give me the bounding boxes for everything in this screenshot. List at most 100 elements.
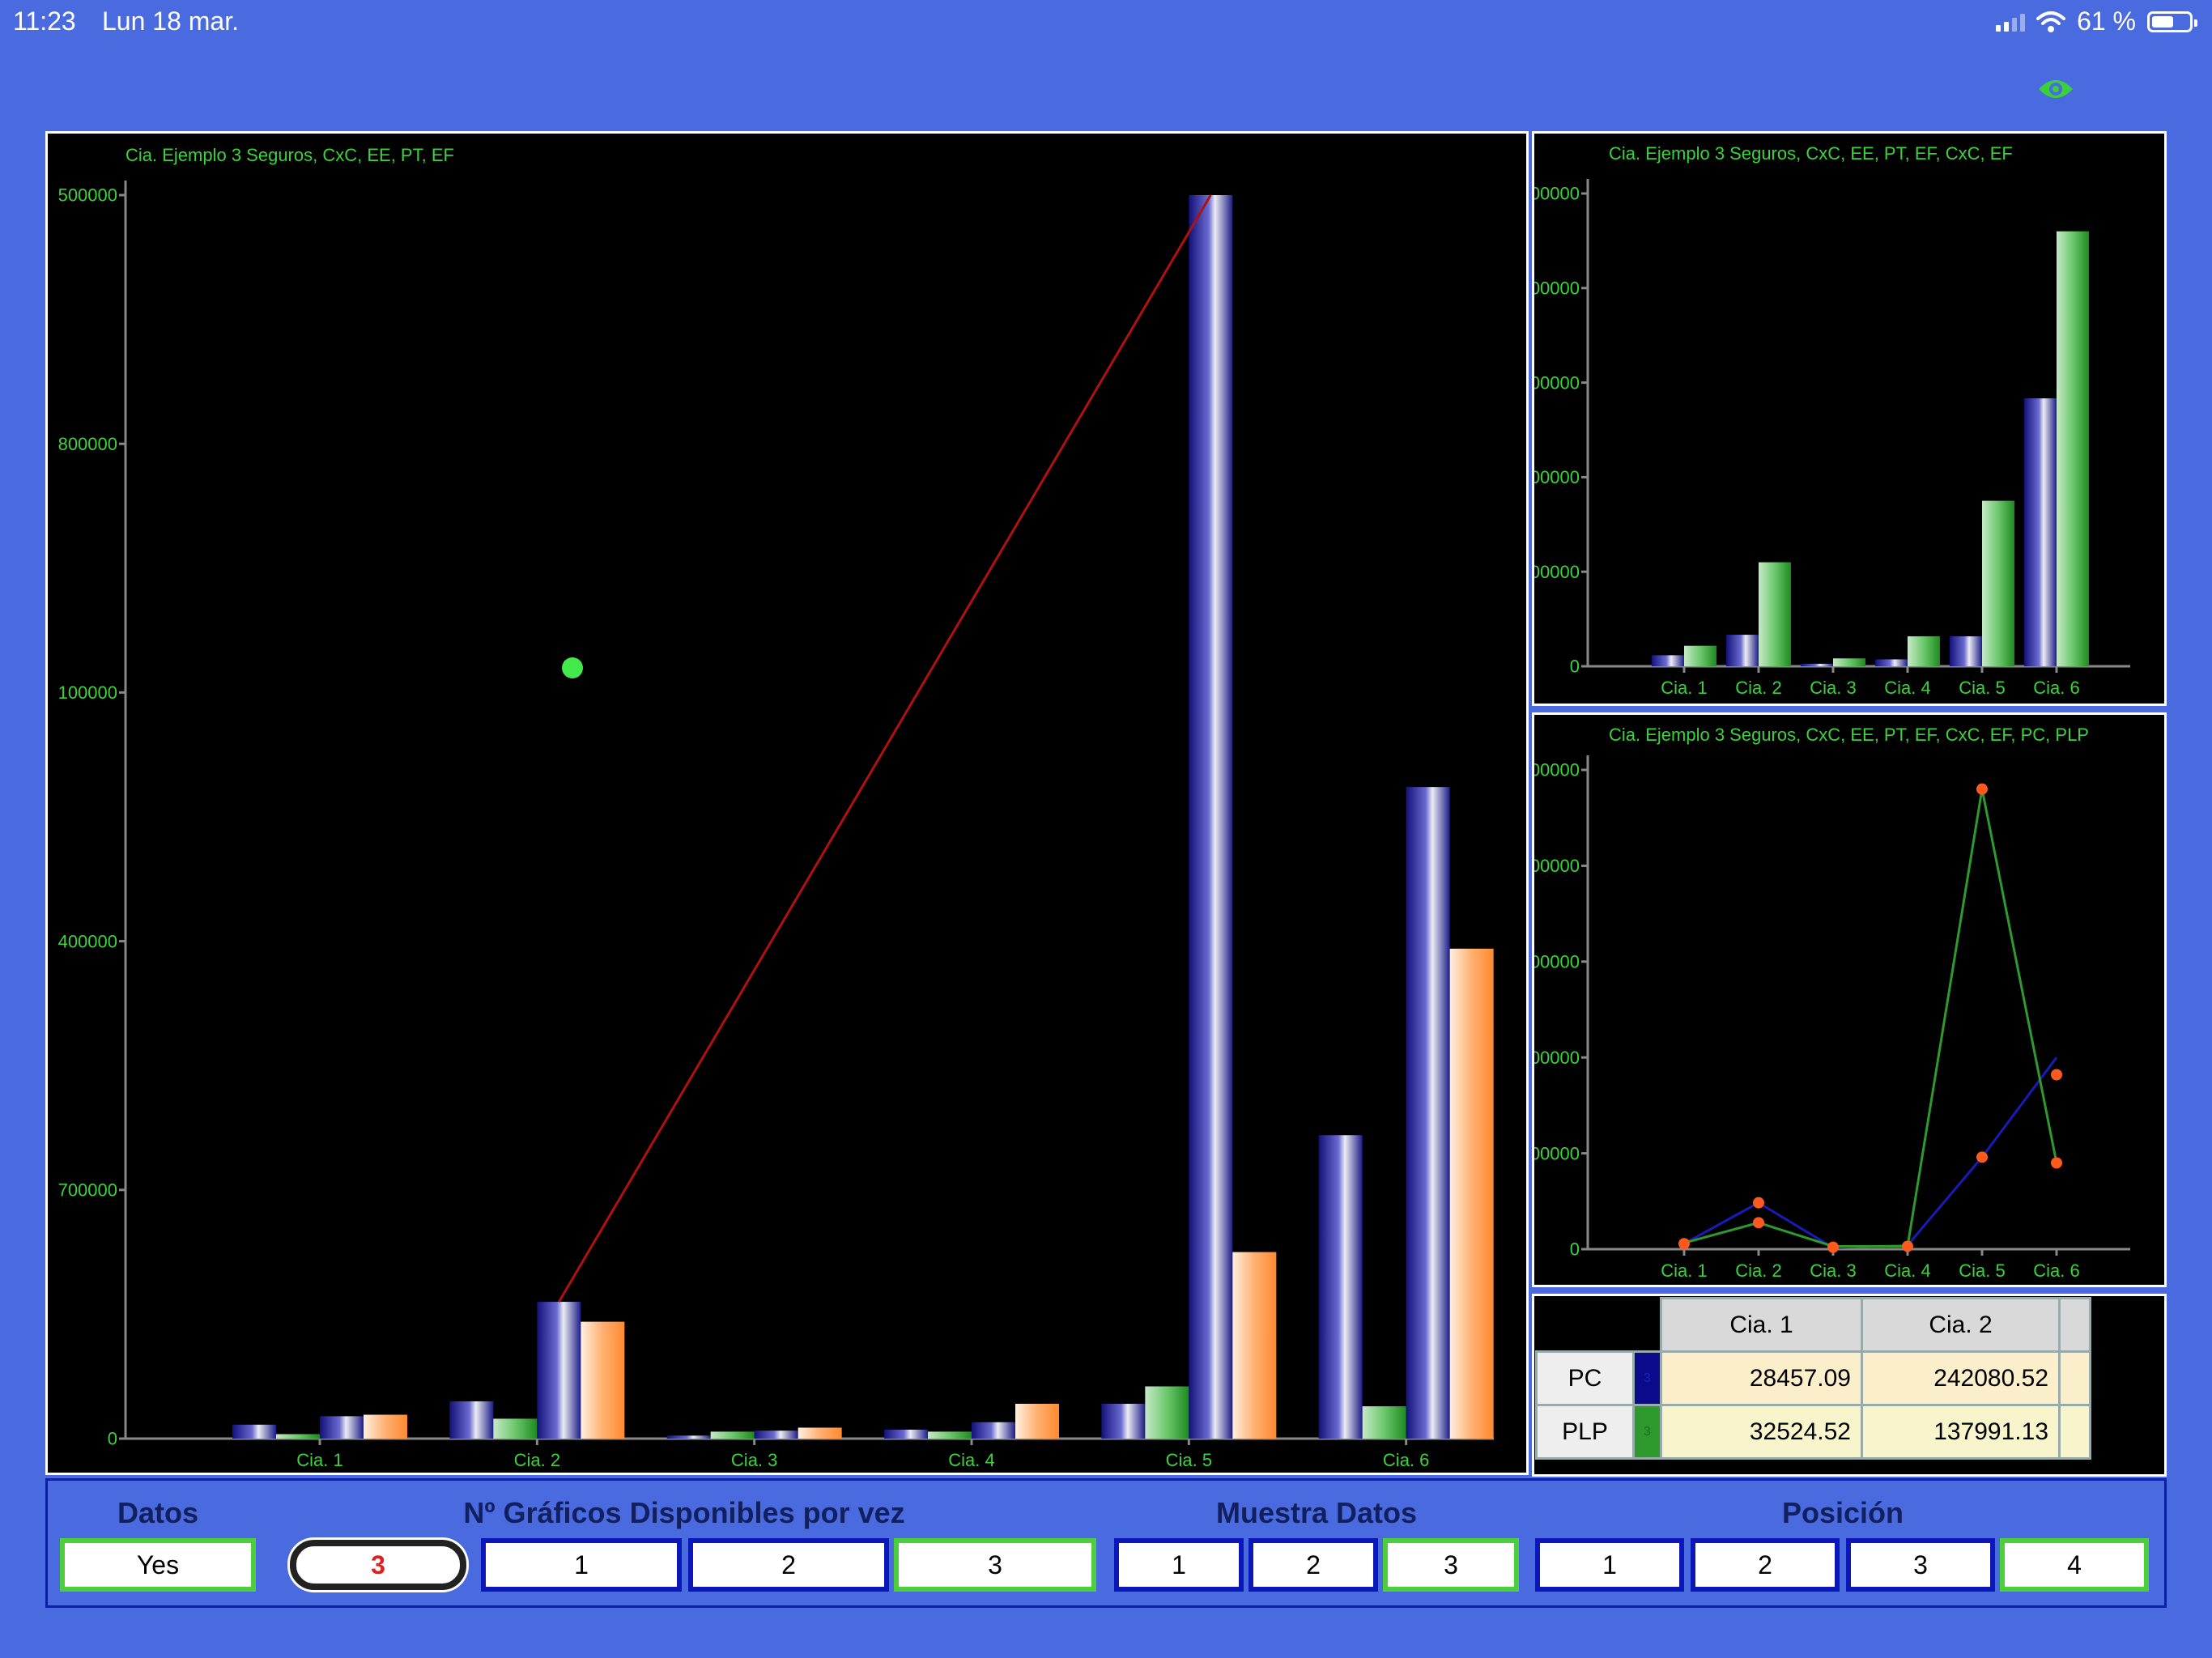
table-corner [1537,1299,1634,1352]
bar [1982,500,2014,666]
muestra-datos-label: Muestra Datos [1215,1496,1418,1529]
eye-icon[interactable] [2037,76,2074,102]
battery-icon [2147,11,2197,32]
y-tick-label: 800000 [58,434,117,454]
bar [710,1431,755,1439]
data-point [1976,1151,1988,1163]
bar [320,1416,364,1439]
muestra-option-3-button[interactable]: 3 [1383,1538,1519,1592]
status-indicators: 61 % [1996,6,2197,36]
y-tick-label: 0 [1570,1239,1580,1260]
bar [1101,1403,1146,1439]
y-tick-label: 000000 [1534,760,1580,780]
bar [884,1429,928,1439]
table-row: PLP 3 32524.52 137991.13 [1535,1404,2091,1460]
bar [581,1321,625,1439]
data-point [1976,783,1988,795]
graficos-label: Nº Gráficos Disponibles por vez [463,1496,905,1529]
table-header: Cia. 1 [1660,1297,1863,1353]
x-tick-label: Cia. 3 [731,1450,777,1470]
x-tick-label: Cia. 5 [1166,1450,1212,1470]
table-cell: 137991.13 [1861,1404,2061,1460]
bar [1833,658,1865,666]
x-tick-label: Cia. 1 [1661,678,1707,698]
table-header-empty [2058,1297,2091,1353]
bar [1406,787,1450,1439]
table-cell: 242080.52 [1861,1350,2061,1406]
chart-title: Cia. Ejemplo 3 Seguros, CxC, EE, PT, EF [125,145,454,165]
data-point [1678,1238,1690,1250]
x-tick-label: Cia. 5 [1959,1261,2005,1281]
y-tick-label: 700000 [58,1180,117,1201]
bar [928,1431,972,1439]
muestra-option-2-button[interactable]: 2 [1249,1538,1378,1592]
y-tick-label: 900000 [1534,372,1580,393]
x-tick-label: Cia. 1 [1661,1261,1707,1281]
table-header: Cia. 2 [1861,1297,2061,1353]
muestra-option-1-button[interactable]: 1 [1114,1538,1244,1592]
y-tick-label: 600000 [1534,467,1580,487]
posicion-option-4-button[interactable]: 4 [2000,1538,2149,1592]
annotation-line [558,194,1212,1303]
data-point [1902,1240,1913,1252]
x-tick-label: Cia. 3 [1810,1261,1856,1281]
bar [754,1431,798,1439]
battery-percent: 61 % [2077,6,2136,36]
data-table: Cia. 1 Cia. 2 PC 3 28457.09 242080.52 PL… [1535,1297,2091,1460]
row-name: PLP [1535,1404,1635,1460]
x-tick-label: Cia. 1 [296,1450,342,1470]
bar [1759,562,1791,666]
status-date: Lun 18 mar. [102,6,239,36]
datos-label: Datos [117,1496,199,1529]
graficos-option-1-button[interactable]: 1 [481,1538,682,1592]
bar [1015,1403,1059,1439]
chart-title: Cia. Ejemplo 3 Seguros, CxC, EE, PT, EF,… [1609,725,2089,745]
bar [1726,635,1759,666]
bar [666,1435,711,1439]
top-right-chart-panel: Cia. Ejemplo 3 Seguros, CxC, EE, PT, EF,… [1532,131,2167,706]
datos-yes-button[interactable]: Yes [60,1538,256,1592]
table-row: PC 3 28457.09 242080.52 [1535,1350,2091,1406]
bar [276,1434,320,1439]
posicion-option-2-button[interactable]: 2 [1691,1538,1840,1592]
bar [449,1401,494,1439]
row-name: PC [1535,1350,1635,1406]
row-color-swatch: 3 [1632,1404,1662,1460]
status-time: 11:23 [13,6,76,36]
y-tick-label: 500000 [1534,184,1580,204]
data-point [1753,1217,1764,1229]
x-tick-label: Cia. 6 [2033,1261,2079,1281]
bar [364,1414,407,1439]
posicion-option-1-button[interactable]: 1 [1535,1538,1684,1592]
bar [2024,398,2057,666]
chart-title: Cia. Ejemplo 3 Seguros, CxC, EE, PT, EF,… [1609,143,2013,164]
y-tick-label: 300000 [1534,952,1580,972]
data-point [1753,1197,1764,1209]
data-point [2051,1157,2062,1169]
graficos-selected-button[interactable]: 3 [290,1540,466,1590]
x-tick-label: Cia. 5 [1959,678,2005,698]
cellular-signal-icon [1996,12,2026,32]
bar [493,1418,538,1439]
bar [1652,655,1684,666]
cursor-dot [562,657,583,678]
x-tick-label: Cia. 6 [1383,1450,1429,1470]
mid-right-chart-panel: Cia. Ejemplo 3 Seguros, CxC, EE, PT, EF,… [1532,712,2167,1287]
x-tick-label: Cia. 4 [1884,678,1930,698]
graficos-option-2-button[interactable]: 2 [688,1538,889,1592]
main-chart-panel: Cia. Ejemplo 3 Seguros, CxC, EE, PT, EF 0… [45,131,1529,1475]
x-tick-label: Cia. 2 [514,1450,560,1470]
y-tick-label: 400000 [1534,856,1580,876]
bar [1318,1135,1363,1439]
posicion-option-3-button[interactable]: 3 [1846,1538,1995,1592]
y-tick-label: 500000 [1534,1143,1580,1163]
bar [1801,663,1833,666]
bar [798,1427,842,1439]
x-tick-label: Cia. 3 [1810,678,1856,698]
bar [1684,645,1716,666]
graficos-option-3-button[interactable]: 3 [894,1538,1096,1592]
y-tick-label: 0 [108,1429,117,1449]
bar [1908,636,1940,666]
bar [1950,636,1982,666]
bar [1145,1386,1189,1439]
